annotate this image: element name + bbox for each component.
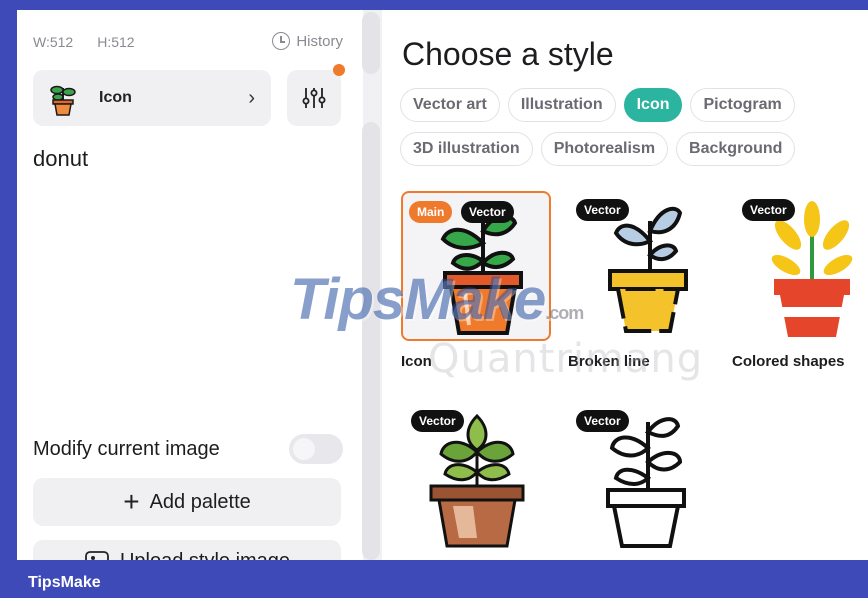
footer-brand-bar: TipsMake: [0, 568, 868, 598]
history-label: History: [296, 32, 343, 50]
history-button[interactable]: History: [272, 32, 343, 50]
chip-pictogram[interactable]: Pictogram: [690, 88, 795, 122]
canvas-dimensions: W:512 H:512: [33, 34, 135, 50]
prompt-input[interactable]: donut: [33, 146, 88, 172]
vector-badge: Vector: [742, 199, 795, 221]
modify-toggle[interactable]: [289, 434, 343, 464]
main-badge: Main: [409, 201, 453, 223]
left-panel: W:512 H:512 History Icon › donut Modify …: [17, 10, 363, 560]
style-card-label: Broken line: [568, 353, 650, 370]
style-selector-label: Icon: [99, 89, 132, 106]
vector-badge: Vector: [576, 199, 629, 221]
style-preview: Vector: [401, 402, 551, 552]
style-card-label: Icon: [401, 353, 432, 370]
modify-current-image-row: Modify current image: [33, 434, 343, 464]
vector-badge: Vector: [576, 410, 629, 432]
left-scrollbar-thumb[interactable]: [362, 12, 380, 74]
style-preview: Vector: [734, 191, 868, 341]
chip-3d-illustration[interactable]: 3D illustration: [400, 132, 533, 166]
footer-brand: TipsMake: [28, 574, 101, 591]
add-palette-label: Add palette: [149, 490, 251, 513]
vector-badge: Vector: [461, 201, 514, 223]
chip-vector-art[interactable]: Vector art: [400, 88, 500, 122]
clock-icon: [272, 32, 291, 50]
chip-illustration[interactable]: Illustration: [507, 88, 616, 122]
style-card-colored-shapes[interactable]: Vector Colored shapes: [732, 191, 868, 370]
modify-current-image-label: Modify current image: [33, 437, 220, 460]
chip-background[interactable]: Background: [676, 132, 796, 166]
upload-style-image-button[interactable]: Upload style image: [33, 540, 341, 560]
style-panel: Choose a style Vector art Illustration I…: [382, 10, 868, 560]
image-icon: [85, 551, 109, 560]
notification-dot: [333, 64, 345, 76]
page-title: Choose a style: [402, 36, 614, 72]
chip-icon[interactable]: Icon: [623, 88, 683, 122]
potted-plant-icon: [50, 85, 76, 116]
settings-button[interactable]: [287, 64, 345, 126]
plus-icon: +: [123, 486, 140, 517]
sliders-icon: [302, 88, 326, 108]
height-label: H:512: [97, 34, 135, 50]
chevron-right-icon: ›: [248, 86, 255, 109]
style-preview: Vector: [568, 191, 718, 341]
style-card-icon[interactable]: Main Vector Icon: [401, 191, 551, 370]
add-palette-button[interactable]: + Add palette: [33, 478, 341, 526]
width-label: W:512: [33, 34, 74, 50]
style-card-broken-line[interactable]: Vector Broken line: [568, 191, 718, 370]
style-category-chips: Vector art Illustration Icon Pictogram 3…: [400, 88, 860, 166]
upload-style-label: Upload style image: [120, 550, 290, 560]
right-scrollbar-thumb[interactable]: [362, 122, 380, 560]
style-card-outline[interactable]: Vector: [568, 402, 718, 560]
chip-photorealism[interactable]: Photorealism: [540, 132, 669, 166]
style-preview: Vector: [568, 402, 718, 552]
style-selector[interactable]: Icon ›: [33, 70, 271, 126]
style-card-flat-color[interactable]: Vector: [401, 402, 551, 560]
style-card-label: Colored shapes: [732, 353, 845, 370]
vector-badge: Vector: [411, 410, 464, 432]
style-preview: Main Vector: [401, 191, 551, 341]
